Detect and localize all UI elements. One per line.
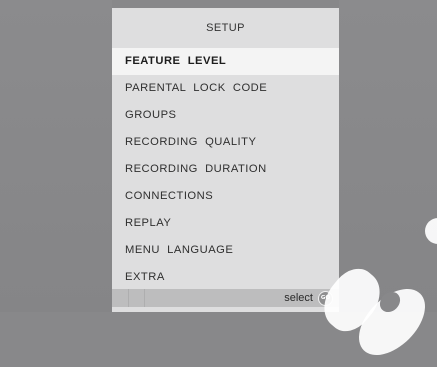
hint-bar-divider	[144, 289, 145, 307]
hint-bar: select GO	[112, 289, 339, 307]
setup-menu-list: FEATURE LEVEL PARENTAL LOCK CODE GROUPS …	[112, 48, 339, 291]
menu-item-menu-language[interactable]: MENU LANGUAGE	[112, 237, 339, 264]
select-hint-text: select	[284, 292, 313, 304]
menu-item-recording-quality[interactable]: RECORDING QUALITY	[112, 129, 339, 156]
menu-item-replay[interactable]: REPLAY	[112, 210, 339, 237]
menu-item-feature-level[interactable]: FEATURE LEVEL	[112, 48, 339, 75]
hint-bar-divider	[128, 289, 129, 307]
menu-item-parental-lock-code[interactable]: PARENTAL LOCK CODE	[112, 75, 339, 102]
menu-title: SETUP	[206, 22, 245, 34]
left-backdrop	[0, 0, 112, 312]
right-backdrop	[339, 0, 437, 312]
menu-item-connections[interactable]: CONNECTIONS	[112, 183, 339, 210]
setup-menu-panel: SETUP FEATURE LEVEL PARENTAL LOCK CODE G…	[112, 8, 339, 312]
menu-item-recording-duration[interactable]: RECORDING DURATION	[112, 156, 339, 183]
menu-item-extra[interactable]: EXTRA	[112, 264, 339, 291]
menu-item-groups[interactable]: GROUPS	[112, 102, 339, 129]
